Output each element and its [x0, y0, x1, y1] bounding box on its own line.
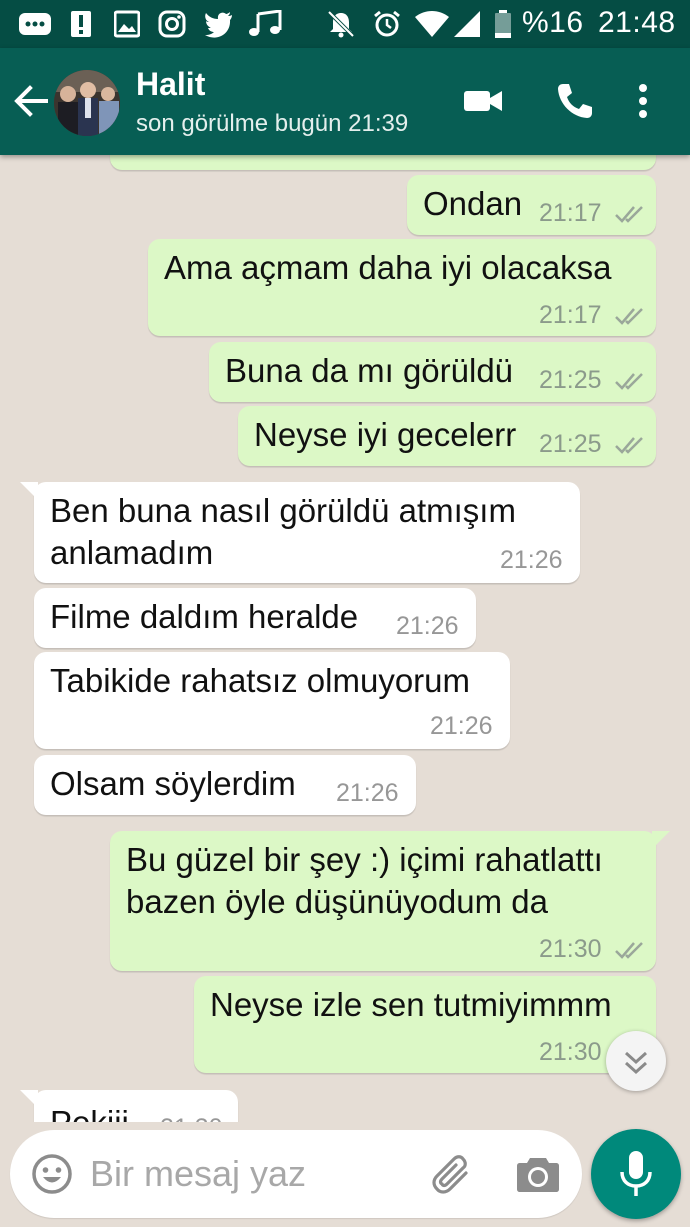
alarm-icon: [374, 10, 400, 37]
message-time: 21:26: [336, 779, 399, 807]
back-arrow-icon[interactable]: [10, 80, 52, 122]
message-text: Tabikide rahatsız olmuyorum: [50, 662, 471, 699]
message-time: 21:26: [500, 546, 563, 574]
message-time: 21:30: [539, 1038, 602, 1066]
message-time: 21:26: [430, 712, 493, 740]
instagram-icon: [158, 10, 186, 38]
read-ticks-icon: [615, 373, 643, 390]
status-bar: %16 21:48: [0, 0, 690, 48]
message-time: 21:30: [160, 1114, 223, 1122]
message-bubble-incoming[interactable]: Pekiii 21:30: [20, 1090, 238, 1122]
message-time: 21:30: [539, 935, 602, 963]
message-bubble-incoming[interactable]: Filme daldım heralde 21:26: [34, 588, 476, 648]
bubble-tail: [652, 831, 670, 849]
message-bubble-incoming[interactable]: Tabikide rahatsız olmuyorum 21:26: [34, 652, 510, 749]
messages-icon: [19, 13, 51, 35]
scroll-down-icon: [624, 1051, 648, 1075]
music-icon: [249, 10, 282, 36]
read-ticks-icon: [615, 206, 643, 223]
video-call-icon[interactable]: [462, 80, 504, 122]
last-seen-status: son görülme bugün 21:39: [136, 110, 409, 137]
message-text-line: Ben buna nasıl görüldü atmışım: [50, 492, 516, 529]
message-text: Neyse izle sen tutmiyimmm: [210, 986, 612, 1023]
message-input-container[interactable]: [10, 1130, 582, 1218]
mute-icon: [327, 10, 355, 38]
battery-percent: %16: [522, 6, 584, 39]
camera-icon[interactable]: [516, 1154, 560, 1194]
attach-icon[interactable]: [430, 1152, 474, 1196]
mic-icon: [620, 1151, 652, 1196]
message-text: Ama açmam daha iyi olacaksa: [164, 249, 612, 286]
message-bubble-outgoing[interactable]: Neyse iyi gecelerr 21:25: [238, 406, 656, 466]
message-text: Filme daldım heralde: [50, 598, 359, 635]
message-time: 21:26: [396, 612, 459, 640]
message-bubble-incoming[interactable]: Olsam söylerdim 21:26: [34, 755, 416, 815]
emoji-icon[interactable]: [30, 1152, 74, 1196]
message-text: Buna da mı görüldü: [225, 352, 514, 389]
alert-icon: [71, 11, 91, 37]
message-bubble-outgoing[interactable]: Buna da mı görüldü 21:25: [209, 342, 656, 402]
twitter-icon: [205, 12, 232, 38]
message-time: 21:17: [539, 301, 602, 329]
avatar[interactable]: [54, 70, 120, 136]
message-bubble-outgoing[interactable]: Ondan 21:17: [407, 175, 656, 235]
read-ticks-icon: [615, 437, 643, 454]
bubble-tail: [20, 1090, 38, 1108]
scroll-down-button[interactable]: [606, 1031, 666, 1091]
message-time: 21:25: [539, 366, 602, 394]
more-vert-icon[interactable]: [630, 80, 656, 122]
message-text: Olsam söylerdim: [50, 765, 296, 802]
message-time: 21:25: [539, 430, 602, 458]
read-ticks-icon: [615, 942, 643, 959]
voice-record-button[interactable]: [591, 1129, 681, 1219]
message-list[interactable]: Ondan 21:17 Ama açmam daha iyi olacaksa …: [0, 155, 690, 1122]
battery-icon: [495, 10, 511, 38]
wifi-icon: [415, 11, 449, 37]
message-bubble-outgoing[interactable]: Ama açmam daha iyi olacaksa 21:17: [148, 239, 656, 336]
read-ticks-icon: [615, 308, 643, 325]
message-text-line: Bu güzel bir şey :) içimi rahatlattı: [126, 841, 603, 878]
message-bubble-outgoing[interactable]: Neyse izle sen tutmiyimmm 21:30: [194, 976, 656, 1073]
bubble-tail: [20, 482, 38, 500]
compose-bar: [0, 1122, 690, 1227]
chat-header: Halit son görülme bugün 21:39: [0, 48, 690, 155]
message-time: 21:17: [539, 199, 602, 227]
message-text: Pekiii: [50, 1102, 129, 1122]
message-text-line: bazen öyle düşünüyodum da: [126, 883, 548, 920]
message-bubble-outgoing-partial[interactable]: [110, 155, 656, 170]
contact-name[interactable]: Halit: [136, 66, 205, 103]
signal-icon: [454, 11, 480, 37]
message-text-line: anlamadım: [50, 534, 214, 571]
message-text: Neyse iyi gecelerr: [254, 416, 517, 453]
message-bubble-incoming[interactable]: Ben buna nasıl görüldü atmışım anlamadım…: [20, 482, 580, 583]
message-bubble-outgoing[interactable]: Bu güzel bir şey :) içimi rahatlattı baz…: [110, 831, 670, 971]
message-input[interactable]: [90, 1148, 410, 1200]
status-time: 21:48: [598, 6, 676, 39]
phone-icon[interactable]: [554, 80, 596, 122]
gallery-icon: [114, 10, 140, 38]
message-text: Ondan: [423, 185, 523, 222]
